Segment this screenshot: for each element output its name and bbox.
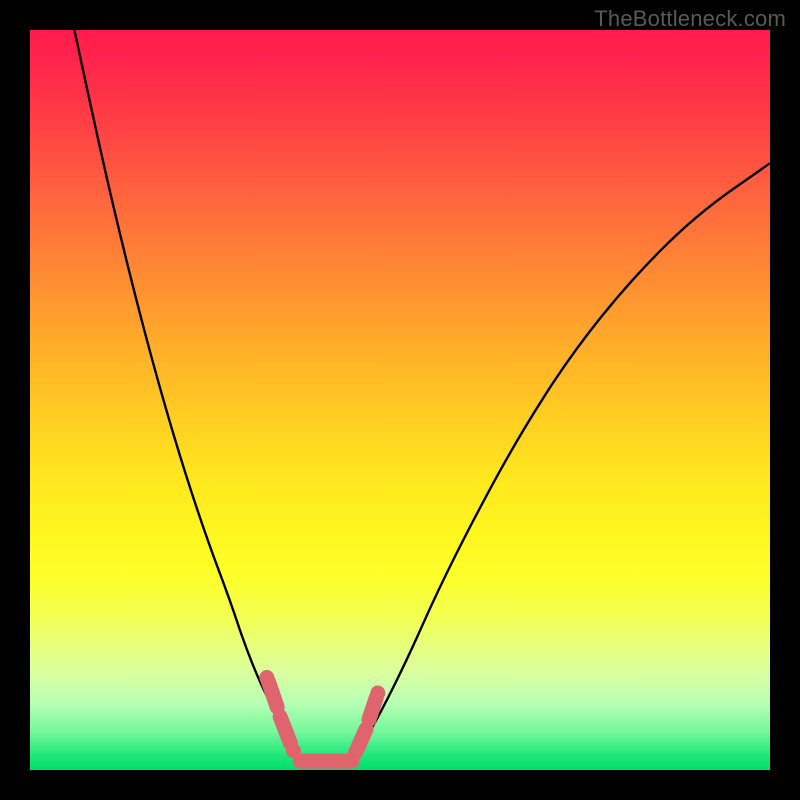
bottleneck-curve-path xyxy=(74,30,770,767)
bottleneck-curve-svg xyxy=(30,30,770,770)
critical-region-highlight xyxy=(259,670,385,761)
chart-plot-area xyxy=(30,30,770,770)
watermark-text: TheBottleneck.com xyxy=(594,6,786,32)
